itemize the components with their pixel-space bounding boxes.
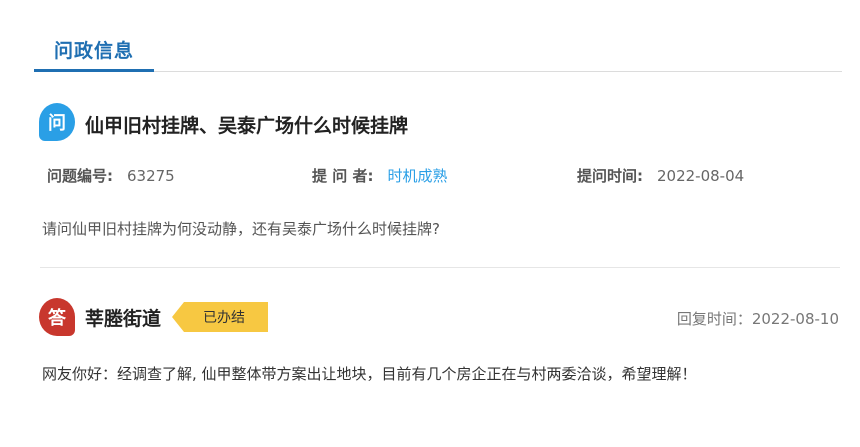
answer-badge-icon: 答 [39, 298, 75, 336]
tab-bar: 问政信息 [34, 30, 842, 72]
tab-wenzheng-info[interactable]: 问政信息 [34, 30, 154, 72]
question-id: 问题编号: 63275 [47, 165, 175, 186]
question-body: 请问仙甲旧村挂牌为何没动静，还有吴泰广场什么时候挂牌? [42, 220, 440, 238]
question-asker-label: 提 问 者: [312, 167, 374, 185]
section-divider [40, 267, 840, 268]
question-id-value: 63275 [127, 167, 175, 185]
question-badge-icon: 问 [39, 103, 75, 141]
question-time-value: 2022-08-04 [657, 167, 745, 185]
question-id-label: 问题编号: [47, 167, 113, 185]
answer-header: 答 莘塍街道 已办结 回复时间：2022-08-10 [39, 298, 839, 338]
question-asker: 提 问 者: 时机成熟 [312, 165, 447, 186]
question-time-label: 提问时间: [577, 167, 643, 185]
question-title: 仙甲旧村挂牌、吴泰广场什么时候挂牌 [85, 115, 409, 137]
answer-body: 网友你好：经调查了解, 仙甲整体带方案出让地块，目前有几个房企正在与村两委洽谈，… [42, 365, 697, 383]
answer-department: 莘塍街道 [85, 308, 162, 330]
reply-time: 回复时间：2022-08-10 [676, 310, 839, 328]
question-time: 提问时间: 2022-08-04 [577, 165, 744, 186]
question-asker-link[interactable]: 时机成熟 [387, 167, 447, 185]
status-badge: 已办结 [172, 302, 268, 332]
